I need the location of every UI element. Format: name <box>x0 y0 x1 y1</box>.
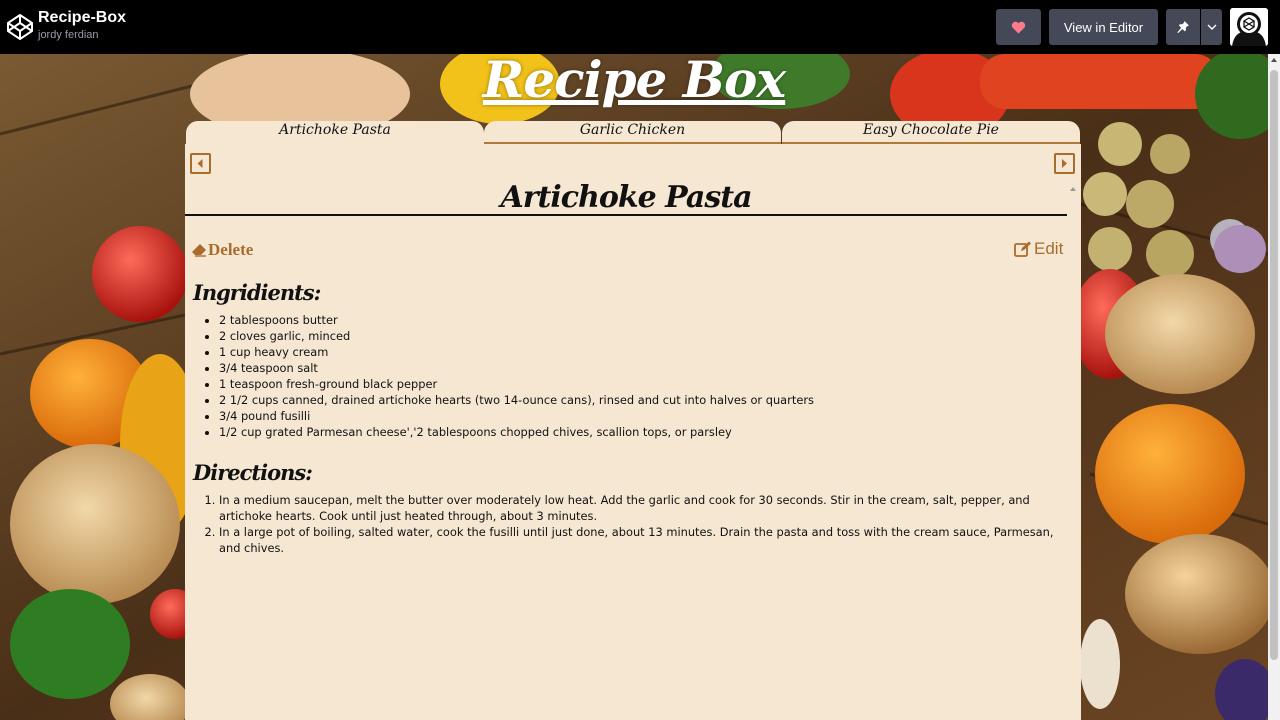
direction-step: In a medium saucepan, melt the butter ov… <box>219 492 1057 524</box>
codepen-header: Recipe-Box jordy ferdian View in Editor <box>0 0 1280 54</box>
tab-garlic-chicken[interactable]: Garlic Chicken <box>484 121 781 144</box>
next-recipe-button[interactable] <box>1054 153 1075 174</box>
ingredient-item: 1/2 cup grated Parmesan cheese','2 table… <box>219 424 814 440</box>
scrollbar-thumb[interactable] <box>1270 70 1278 660</box>
delete-label: Delete <box>208 240 254 259</box>
delete-button[interactable]: Delete <box>191 240 253 260</box>
recipe-tabs: Artichoke Pasta Garlic Chicken Easy Choc… <box>186 121 1080 145</box>
page-scrollbar[interactable] <box>1268 54 1280 720</box>
tab-easy-chocolate-pie[interactable]: Easy Chocolate Pie <box>782 121 1080 144</box>
direction-step: In a large pot of boiling, salted water,… <box>219 524 1057 556</box>
edit-label: Edit <box>1034 239 1064 258</box>
directions-heading: Directions: <box>193 460 313 485</box>
directions-list: In a medium saucepan, melt the butter ov… <box>219 492 1057 556</box>
card-scroll-up-icon[interactable] <box>1070 187 1076 191</box>
pin-button[interactable] <box>1166 9 1200 45</box>
ingredient-item: 2 cloves garlic, minced <box>219 328 814 344</box>
recipe-title: Artichoke Pasta <box>500 180 752 215</box>
ingredient-item: 3/4 pound fusilli <box>219 408 814 424</box>
ingredients-heading: Ingridients: <box>193 280 321 305</box>
recipe-card: Artichoke Pasta Delete Edit Ingridients:… <box>185 144 1081 720</box>
chevron-down-icon <box>1207 24 1216 30</box>
pen-title[interactable]: Recipe-Box <box>38 9 126 27</box>
codepen-logo-icon[interactable] <box>6 13 34 41</box>
caret-right-icon <box>1062 159 1067 168</box>
ingredient-item: 2 tablespoons butter <box>219 312 814 328</box>
title-divider <box>185 214 1067 216</box>
previous-recipe-button[interactable] <box>190 153 211 174</box>
pen-author[interactable]: jordy ferdian <box>38 27 126 43</box>
heart-icon <box>1011 21 1026 34</box>
ingredient-item: 1 cup heavy cream <box>219 344 814 360</box>
view-in-editor-button[interactable]: View in Editor <box>1049 9 1158 45</box>
scroll-up-arrow-icon[interactable] <box>1271 58 1277 62</box>
ingredient-item: 2 1/2 cups canned, drained artichoke hea… <box>219 392 814 408</box>
pen-titles: Recipe-Box jordy ferdian <box>38 9 126 43</box>
like-button[interactable] <box>996 9 1041 45</box>
ingredients-list: 2 tablespoons butter 2 cloves garlic, mi… <box>219 312 814 440</box>
eraser-icon <box>192 244 206 257</box>
pin-options-button[interactable] <box>1201 9 1222 45</box>
pin-icon <box>1177 21 1189 33</box>
tab-artichoke-pasta[interactable]: Artichoke Pasta <box>186 121 484 145</box>
edit-button[interactable]: Edit <box>1014 239 1063 259</box>
user-avatar-icon <box>1230 8 1268 46</box>
ingredient-item: 3/4 teaspoon salt <box>219 360 814 376</box>
edit-icon <box>1014 241 1031 257</box>
caret-left-icon <box>197 159 203 168</box>
app-title: Recipe Box <box>482 54 786 109</box>
avatar[interactable] <box>1230 8 1268 46</box>
ingredient-item: 1 teaspoon fresh-ground black pepper <box>219 376 814 392</box>
